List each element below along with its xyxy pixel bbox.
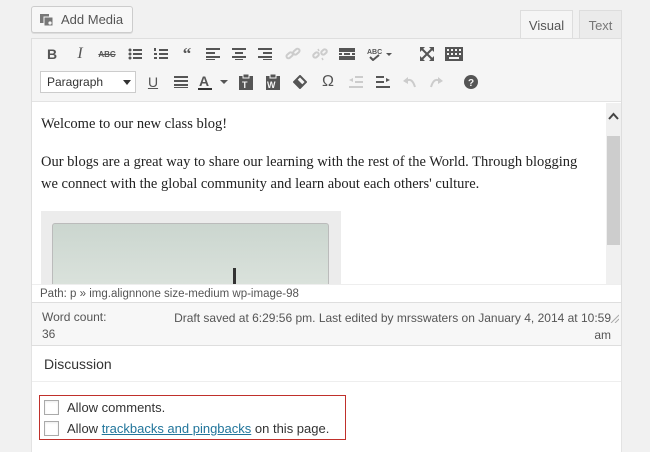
svg-text:T: T [242, 80, 248, 90]
bold-button[interactable]: B [41, 43, 63, 65]
media-icon [39, 12, 55, 27]
editor-content[interactable]: Welcome to our new class blog! Our blogs… [32, 103, 606, 284]
scrollbar-thumb[interactable] [607, 136, 620, 245]
chevron-down-icon [123, 80, 131, 85]
numbered-list-button[interactable] [150, 43, 172, 65]
post-editor-screen: Add Media Visual Text B I ABC “ ABC Para… [0, 0, 650, 452]
discussion-options: Allow comments. Allow trackbacks and pin… [39, 395, 346, 440]
image-figure [233, 268, 236, 284]
blockquote-button[interactable]: “ [176, 43, 198, 65]
eraser-icon [293, 75, 307, 89]
element-path: Path: p » img.alignnone size-medium wp-i… [32, 284, 621, 302]
allow-pings-checkbox[interactable] [44, 421, 59, 436]
tab-text[interactable]: Text [579, 10, 622, 39]
draft-saved-line: am [594, 328, 611, 342]
clear-formatting-button[interactable] [289, 71, 311, 93]
outdent-button[interactable] [345, 71, 367, 93]
editor-toolbar: B I ABC “ ABC Paragraph U A T W Ω ? [32, 39, 621, 102]
help-icon: ? [464, 75, 478, 89]
bullet-list-icon [128, 48, 142, 60]
align-left-button[interactable] [202, 43, 224, 65]
svg-text:W: W [267, 80, 276, 90]
remove-link-button[interactable] [309, 43, 331, 65]
allow-comments-checkbox[interactable] [44, 400, 59, 415]
format-select-value: Paragraph [47, 75, 104, 89]
allow-pings-suffix: on this page. [251, 421, 330, 436]
draft-saved-status: Draft saved at 6:29:56 pm. Last edited b… [159, 310, 611, 344]
inline-image[interactable] [41, 211, 341, 284]
help-button[interactable]: ? [460, 71, 482, 93]
fullscreen-icon [420, 47, 434, 61]
bullet-list-button[interactable] [124, 43, 146, 65]
underline-button[interactable]: U [142, 71, 164, 93]
allow-comments-option[interactable]: Allow comments. [44, 400, 165, 415]
redo-icon [430, 77, 443, 88]
read-more-button[interactable] [336, 43, 358, 65]
indent-button[interactable] [372, 71, 394, 93]
text-color-icon: A [198, 74, 228, 90]
undo-button[interactable] [399, 71, 421, 93]
word-count-label: Word count: [42, 310, 107, 324]
svg-text:A: A [199, 74, 209, 89]
align-right-icon [258, 48, 272, 60]
text-color-button[interactable]: A [197, 71, 229, 93]
add-media-button[interactable]: Add Media [31, 6, 133, 33]
spellcheck-button[interactable]: ABC [366, 43, 394, 65]
discussion-title: Discussion [44, 356, 112, 372]
content-paragraph: Welcome to our new class blog! [41, 116, 228, 132]
image-preview [52, 223, 329, 284]
fullscreen-button[interactable] [416, 43, 438, 65]
paste-text-button[interactable]: T [235, 71, 257, 93]
align-left-icon [206, 48, 220, 60]
italic-button[interactable]: I [69, 43, 91, 65]
align-right-button[interactable] [254, 43, 276, 65]
paste-word-button[interactable]: W [262, 71, 284, 93]
format-select[interactable]: Paragraph [40, 71, 136, 93]
link-icon [285, 47, 301, 60]
allow-comments-label: Allow comments. [67, 400, 166, 415]
justify-icon [174, 76, 188, 88]
numbered-list-icon [154, 48, 168, 59]
add-media-label: Add Media [61, 12, 124, 27]
svg-text:?: ? [468, 78, 474, 89]
undo-icon [403, 77, 416, 88]
word-count-value: 36 [42, 327, 56, 341]
divider [32, 381, 621, 382]
spellcheck-icon: ABC [367, 49, 392, 61]
discussion-panel: Discussion Allow comments. Allow trackba… [31, 346, 622, 452]
special-character-button[interactable]: Ω [317, 71, 339, 93]
redo-button[interactable] [425, 71, 447, 93]
chevron-up-icon[interactable] [608, 111, 619, 122]
svg-text:ABC: ABC [367, 49, 382, 56]
content-paragraph: Our blogs are a great way to share our l… [41, 154, 578, 192]
trackbacks-link[interactable]: trackbacks and pingbacks [102, 421, 252, 436]
toolbar-toggle-button[interactable] [443, 43, 465, 65]
editor-frame: B I ABC “ ABC Paragraph U A T W Ω ? Welc… [31, 38, 622, 303]
resize-handle-icon[interactable] [609, 313, 619, 323]
read-more-icon [339, 48, 355, 60]
strikethrough-button[interactable]: ABC [96, 43, 118, 65]
indent-icon [376, 76, 390, 88]
unlink-icon [312, 48, 328, 61]
allow-pings-option[interactable]: Allow trackbacks and pingbacks on this p… [44, 421, 329, 436]
draft-saved-line: Draft saved at 6:29:56 pm. Last edited b… [174, 311, 611, 325]
insert-link-button[interactable] [282, 43, 304, 65]
keyboard-icon [445, 47, 463, 61]
allow-pings-prefix: Allow [67, 421, 102, 436]
outdent-icon [349, 76, 363, 88]
editor-status-bar: Word count: 36 Draft saved at 6:29:56 pm… [31, 303, 622, 346]
tab-visual[interactable]: Visual [520, 10, 573, 39]
align-center-button[interactable] [228, 43, 250, 65]
justify-button[interactable] [170, 71, 192, 93]
align-center-icon [232, 48, 246, 60]
editor-scrollbar[interactable] [606, 103, 621, 284]
paste-word-icon: W [266, 74, 280, 90]
paste-text-icon: T [239, 74, 253, 90]
